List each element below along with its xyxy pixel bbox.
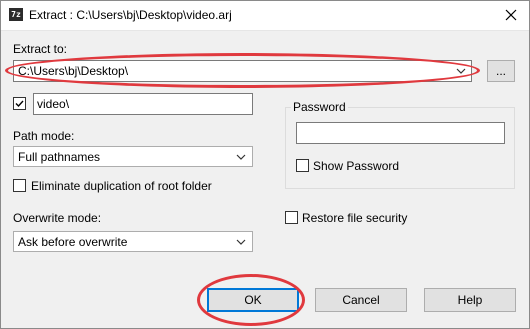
path-mode-select[interactable]: Full pathnames <box>13 146 253 167</box>
close-icon <box>505 9 517 21</box>
ok-button[interactable]: OK <box>207 288 299 312</box>
show-password-checkbox[interactable] <box>296 159 309 172</box>
chevron-down-icon <box>236 239 246 245</box>
cancel-button[interactable]: Cancel <box>315 288 407 312</box>
window-title: Extract : C:\Users\bj\Desktop\video.arj <box>29 8 232 22</box>
extract-to-value: C:\Users\bj\Desktop\ <box>18 64 129 78</box>
chevron-down-icon <box>456 68 466 74</box>
password-group <box>285 107 515 189</box>
help-button[interactable]: Help <box>424 288 516 312</box>
extract-dialog: 7z Extract : C:\Users\bj\Desktop\video.a… <box>0 0 530 329</box>
subfolder-input[interactable]: video\ <box>33 93 253 115</box>
chevron-down-icon <box>236 154 246 160</box>
subfolder-value: video\ <box>37 97 70 111</box>
restore-security-label: Restore file security <box>302 211 408 225</box>
extract-to-combobox[interactable]: C:\Users\bj\Desktop\ <box>13 60 472 82</box>
overwrite-mode-value: Ask before overwrite <box>18 235 128 249</box>
browse-button-label: ... <box>495 64 506 78</box>
checkmark-icon <box>15 100 24 108</box>
password-input[interactable] <box>296 122 505 144</box>
restore-security-checkbox[interactable] <box>285 211 298 224</box>
extract-to-label: Extract to: <box>13 42 68 56</box>
help-button-label: Help <box>457 293 483 307</box>
close-button[interactable] <box>499 3 523 27</box>
path-mode-label: Path mode: <box>13 129 75 143</box>
eliminate-duplication-checkbox[interactable] <box>13 179 26 192</box>
subfolder-checkbox[interactable] <box>13 97 26 110</box>
title-bar: 7z Extract : C:\Users\bj\Desktop\video.a… <box>1 1 529 31</box>
overwrite-mode-select[interactable]: Ask before overwrite <box>13 231 253 252</box>
ok-button-label: OK <box>244 293 262 307</box>
password-label: Password <box>291 100 348 114</box>
overwrite-mode-label: Overwrite mode: <box>13 211 102 225</box>
browse-button[interactable]: ... <box>487 60 515 82</box>
eliminate-duplication-label: Eliminate duplication of root folder <box>31 179 212 193</box>
show-password-label: Show Password <box>313 159 400 173</box>
7zip-app-icon: 7z <box>9 8 23 21</box>
cancel-button-label: Cancel <box>342 293 380 307</box>
path-mode-value: Full pathnames <box>18 150 101 164</box>
